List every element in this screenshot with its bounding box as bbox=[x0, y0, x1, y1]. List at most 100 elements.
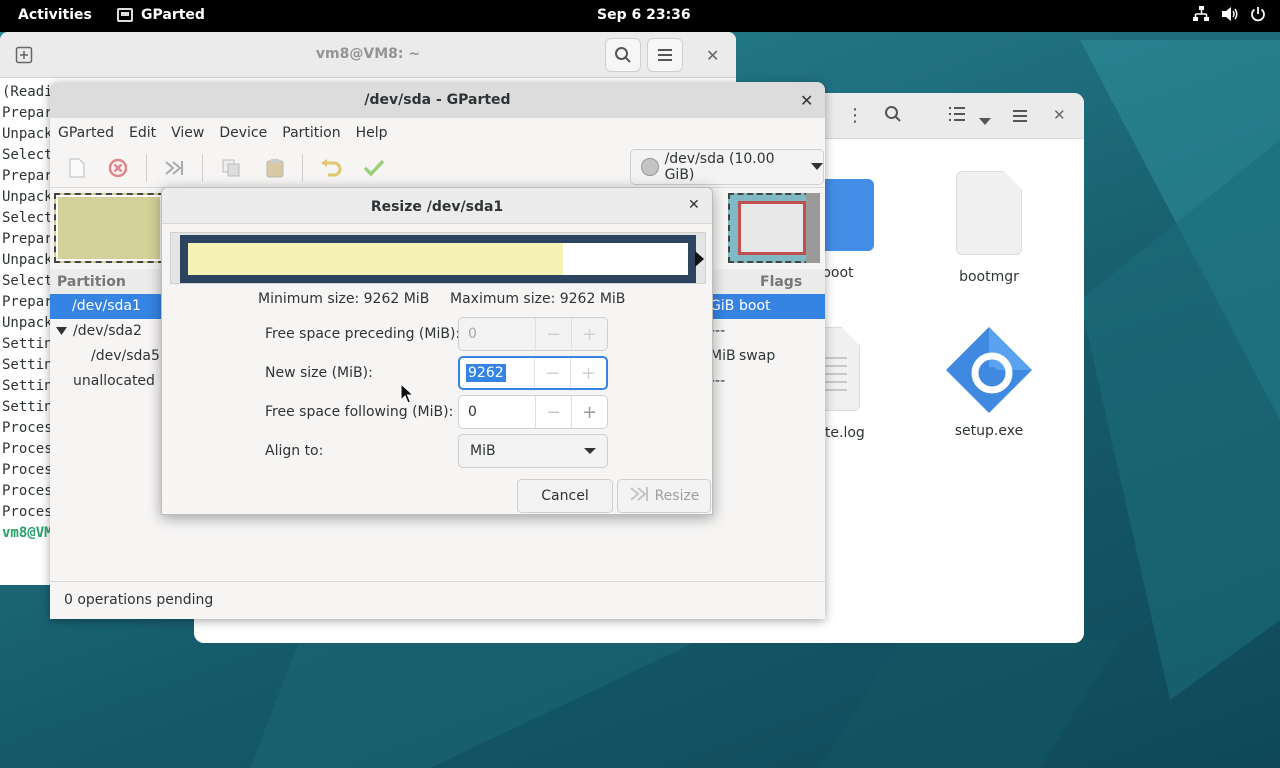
terminal-search-button[interactable] bbox=[605, 38, 641, 72]
resize-move-button[interactable] bbox=[161, 156, 187, 180]
menu-gparted[interactable]: GParted bbox=[58, 125, 122, 141]
partition-name: /dev/sda5 bbox=[91, 348, 160, 364]
expander-icon[interactable] bbox=[56, 325, 67, 341]
files-close-button[interactable]: ✕ bbox=[1053, 106, 1066, 124]
new-size-spinner[interactable]: 9262 − + bbox=[458, 356, 608, 390]
unused-space-bar bbox=[563, 243, 688, 275]
toolbar-separator bbox=[146, 154, 147, 182]
free-preceding-spinner[interactable]: 0 − + bbox=[458, 317, 608, 351]
column-flags[interactable]: Flags bbox=[760, 274, 802, 290]
dialog-titlebar: Resize /dev/sda1 ✕ bbox=[162, 188, 712, 224]
menu-view[interactable]: View bbox=[171, 125, 212, 141]
terminal-line: Proces bbox=[2, 441, 53, 457]
hamburger-icon bbox=[658, 49, 672, 61]
free-following-label: Free space following (MiB): bbox=[265, 404, 454, 420]
more-options-icon[interactable]: ⋮ bbox=[846, 105, 864, 126]
resize-handle-arrow-icon[interactable] bbox=[695, 251, 704, 267]
partition-graph-sda1[interactable] bbox=[54, 193, 164, 263]
files-search-button[interactable] bbox=[884, 105, 902, 128]
copy-button[interactable] bbox=[218, 156, 244, 180]
resize-button[interactable]: Resize bbox=[617, 479, 711, 513]
operations-pending-label: 0 operations pending bbox=[64, 592, 214, 608]
terminal-close-button[interactable]: ✕ bbox=[706, 46, 719, 65]
partition-frame[interactable] bbox=[180, 235, 696, 283]
cancel-button[interactable]: Cancel bbox=[517, 479, 613, 513]
clock[interactable]: Sep 6 23:36 bbox=[597, 7, 691, 23]
gparted-titlebar: /dev/sda - GParted ✕ bbox=[50, 82, 825, 118]
terminal-line: Proces bbox=[2, 483, 53, 499]
used-space-bar bbox=[188, 243, 563, 275]
gparted-toolbar: /dev/sda (10.00 GiB) bbox=[50, 148, 825, 188]
free-following-spinner[interactable]: 0 − + bbox=[458, 395, 608, 429]
terminal-line: Settin bbox=[2, 378, 53, 394]
activities-button[interactable]: Activities bbox=[18, 7, 92, 23]
disk-icon bbox=[641, 158, 659, 176]
view-options-dropdown[interactable] bbox=[979, 110, 991, 131]
free-preceding-value[interactable]: 0 bbox=[459, 318, 535, 350]
chevron-down-icon bbox=[979, 118, 991, 125]
partition-graph-sda5[interactable] bbox=[738, 201, 806, 255]
apply-button[interactable] bbox=[361, 156, 387, 180]
terminal-line: Prepar bbox=[2, 105, 53, 121]
terminal-line: Unpack bbox=[2, 252, 53, 268]
align-to-value: MiB bbox=[470, 443, 496, 459]
terminal-line: Select bbox=[2, 210, 53, 226]
menu-help[interactable]: Help bbox=[356, 125, 396, 141]
terminal-menu-button[interactable] bbox=[647, 38, 683, 72]
terminal-line: Unpack bbox=[2, 315, 53, 331]
minus-icon[interactable]: − bbox=[535, 318, 571, 350]
file-icon bbox=[956, 171, 1022, 255]
undo-button[interactable] bbox=[318, 156, 344, 180]
menu-edit[interactable]: Edit bbox=[129, 125, 164, 141]
terminal-line: Proces bbox=[2, 420, 53, 436]
dialog-close-button[interactable]: ✕ bbox=[688, 197, 700, 213]
device-selector[interactable]: /dev/sda (10.00 GiB) bbox=[630, 149, 824, 185]
terminal-line: Settin bbox=[2, 399, 53, 415]
terminal-line: Select bbox=[2, 273, 53, 289]
plus-icon[interactable]: + bbox=[570, 358, 606, 388]
app-menu[interactable]: GParted bbox=[117, 7, 205, 23]
new-size-field[interactable]: 9262 bbox=[460, 358, 534, 388]
power-icon bbox=[1250, 6, 1266, 26]
scrollbar[interactable] bbox=[806, 193, 820, 263]
gparted-close-button[interactable]: ✕ bbox=[800, 91, 813, 110]
resize-dialog[interactable]: Resize /dev/sda1 ✕ Minimum size: 9262 Mi… bbox=[161, 187, 713, 515]
file-label: setup.exe bbox=[954, 423, 1024, 439]
list-view-icon bbox=[949, 107, 965, 121]
new-size-value: 9262 bbox=[466, 364, 506, 382]
partition-flags: boot bbox=[739, 298, 771, 314]
partition-name: /dev/sda2 bbox=[73, 323, 142, 339]
delete-partition-button[interactable] bbox=[105, 156, 131, 180]
plus-icon[interactable]: + bbox=[571, 318, 607, 350]
paste-button[interactable] bbox=[262, 156, 288, 180]
terminal-output: (Readi Prepar Unpack Select Prepar Unpack Sele… bbox=[2, 82, 53, 544]
paste-icon bbox=[266, 159, 284, 178]
top-bar: Activities GParted Sep 6 23:36 bbox=[0, 0, 1280, 32]
files-menu-button[interactable] bbox=[1012, 107, 1028, 128]
plus-icon[interactable]: + bbox=[571, 396, 607, 428]
free-preceding-label: Free space preceding (MiB): bbox=[265, 326, 461, 342]
device-label: /dev/sda (10.00 GiB) bbox=[664, 151, 775, 183]
system-tray[interactable] bbox=[1192, 6, 1266, 26]
minus-icon[interactable]: − bbox=[535, 396, 571, 428]
status-bar: 0 operations pending bbox=[50, 581, 825, 619]
partition-flags: swap bbox=[739, 348, 776, 364]
maximum-size-label: Maximum size: 9262 MiB bbox=[450, 291, 626, 307]
minus-icon[interactable]: − bbox=[534, 358, 570, 388]
file-item-setup[interactable]: setup.exe bbox=[934, 325, 1044, 439]
menu-partition[interactable]: Partition bbox=[282, 125, 348, 141]
new-partition-button[interactable] bbox=[64, 156, 90, 180]
gparted-app-icon bbox=[117, 8, 133, 22]
search-icon bbox=[615, 47, 631, 63]
chevron-down-icon bbox=[584, 448, 596, 454]
file-item-bootmgr[interactable]: bootmgr bbox=[934, 171, 1044, 285]
terminal-line: Settin bbox=[2, 357, 53, 373]
free-following-value[interactable]: 0 bbox=[459, 396, 535, 428]
align-to-dropdown[interactable]: MiB bbox=[458, 434, 608, 468]
checkmark-icon bbox=[363, 159, 385, 177]
column-partition[interactable]: Partition bbox=[57, 274, 126, 290]
list-view-button[interactable] bbox=[948, 106, 966, 127]
resize-graph[interactable] bbox=[170, 232, 706, 284]
menu-device[interactable]: Device bbox=[219, 125, 275, 141]
volume-icon bbox=[1221, 6, 1239, 26]
